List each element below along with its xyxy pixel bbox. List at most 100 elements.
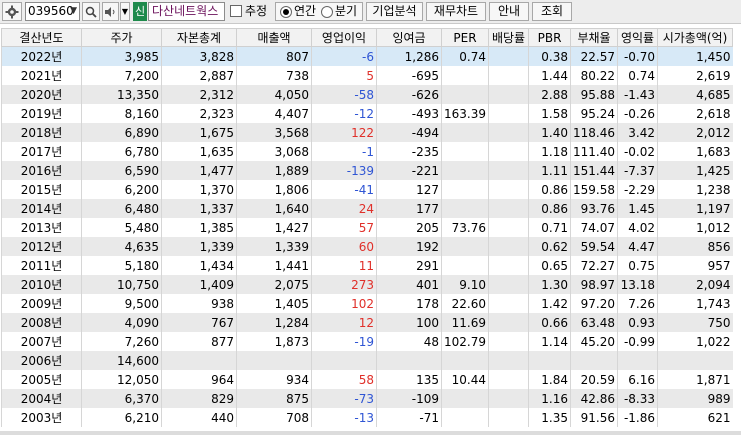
table-cell: 1,284 bbox=[236, 313, 312, 332]
table-cell: 0.86 bbox=[528, 199, 571, 218]
table-cell: 0.38 bbox=[528, 46, 571, 66]
settings-button[interactable] bbox=[2, 2, 22, 21]
table-header-row: 결산년도 주가 자본총계 매출액 영업이익 잉여금 PER 배당률 PBR 부채율 영익률 시가총액(… bbox=[1, 28, 733, 47]
chevron-down-icon[interactable]: ▼ bbox=[70, 3, 77, 20]
search-button[interactable] bbox=[82, 2, 100, 21]
table-cell bbox=[488, 237, 529, 256]
table-cell: 74.07 bbox=[570, 218, 618, 237]
table-cell: 22.60 bbox=[441, 294, 489, 313]
table-cell: -0.70 bbox=[617, 46, 658, 66]
sound-dropdown[interactable]: ▼ bbox=[120, 2, 130, 21]
quarter-label: 분기 bbox=[335, 4, 358, 18]
table-row[interactable]: 2016년 6,590 1,477 1,889 -139 -221 1.11 151.44 -7… bbox=[1, 161, 733, 180]
table-cell: -0.99 bbox=[617, 332, 658, 351]
table-cell bbox=[488, 332, 529, 351]
table-cell: -71 bbox=[376, 408, 442, 427]
company-name-field[interactable]: 다산네트웍스 bbox=[148, 2, 225, 21]
stock-code-combo[interactable]: 039560 ▼ bbox=[25, 2, 80, 21]
table-cell: 6,590 bbox=[81, 161, 162, 180]
table-row[interactable]: 2020년 13,350 2,312 4,050 -58 -626 2.88 95.88 -1.… bbox=[1, 85, 733, 104]
table-cell bbox=[617, 351, 658, 370]
table-cell: 829 bbox=[161, 389, 237, 408]
table-cell: 14,600 bbox=[81, 351, 162, 370]
table-cell: 1,683 bbox=[657, 142, 733, 161]
table-cell: 1.35 bbox=[528, 408, 571, 427]
table-cell: 1,640 bbox=[236, 199, 312, 218]
table-cell: 1,441 bbox=[236, 256, 312, 275]
annual-radio[interactable] bbox=[280, 6, 292, 18]
table-row[interactable]: 2008년 4,090 767 1,284 12 100 11.69 0.66 63.48 0.9… bbox=[1, 313, 733, 332]
search-query-button[interactable]: 조회 bbox=[532, 2, 572, 21]
column-header[interactable]: 영업이익 bbox=[311, 28, 377, 47]
table-cell: 2015년 bbox=[1, 180, 82, 199]
column-header[interactable]: 부채율 bbox=[570, 28, 618, 47]
column-header[interactable]: 주가 bbox=[81, 28, 162, 47]
column-header[interactable]: 잉여금 bbox=[376, 28, 442, 47]
table-cell: 989 bbox=[657, 389, 733, 408]
table-row[interactable]: 2006년 14,600 bbox=[1, 351, 733, 370]
table-cell: 48 bbox=[376, 332, 442, 351]
quarter-radio[interactable] bbox=[321, 6, 333, 18]
table-row[interactable]: 2015년 6,200 1,370 1,806 -41 127 0.86 159.58 -2.2… bbox=[1, 180, 733, 199]
table-row[interactable]: 2004년 6,370 829 875 -73 -109 1.16 42.86 -8.33 989 bbox=[1, 389, 733, 408]
table-row[interactable]: 2014년 6,480 1,337 1,640 24 177 0.86 93.76 1.45 1,… bbox=[1, 199, 733, 218]
table-cell: 2007년 bbox=[1, 332, 82, 351]
column-header[interactable]: 매출액 bbox=[236, 28, 312, 47]
table-row[interactable]: 2007년 7,260 877 1,873 -19 48 102.79 1.14 45.20 -0… bbox=[1, 332, 733, 351]
table-cell: 807 bbox=[236, 46, 312, 66]
table-cell: 5 bbox=[311, 66, 377, 85]
table-cell: 3.42 bbox=[617, 123, 658, 142]
table-cell: 102.79 bbox=[441, 332, 489, 351]
guide-button[interactable]: 안내 bbox=[489, 2, 529, 21]
column-header[interactable]: PER bbox=[441, 28, 489, 47]
table-cell bbox=[488, 123, 529, 142]
column-header[interactable]: 자본총계 bbox=[161, 28, 237, 47]
table-cell: 122 bbox=[311, 123, 377, 142]
table-row[interactable]: 2012년 4,635 1,339 1,339 60 192 0.62 59.54 4.47 85… bbox=[1, 237, 733, 256]
table-cell bbox=[441, 180, 489, 199]
table-cell: 1.16 bbox=[528, 389, 571, 408]
table-row[interactable]: 2003년 6,210 440 708 -13 -71 1.35 91.56 -1.86 621 bbox=[1, 408, 733, 427]
table-cell: -58 bbox=[311, 85, 377, 104]
table-row[interactable]: 2021년 7,200 2,887 738 5 -695 1.44 80.22 0.74 2,61… bbox=[1, 66, 733, 85]
column-header[interactable]: 배당률 bbox=[488, 28, 529, 47]
column-header[interactable]: 영익률 bbox=[617, 28, 658, 47]
table-cell: 1,427 bbox=[236, 218, 312, 237]
table-cell: 59.54 bbox=[570, 237, 618, 256]
column-header[interactable]: PBR bbox=[528, 28, 571, 47]
company-analysis-button[interactable]: 기업분석 bbox=[366, 2, 423, 21]
table-cell: 708 bbox=[236, 408, 312, 427]
table-cell: 3,985 bbox=[81, 46, 162, 66]
table-row[interactable]: 2005년 12,050 964 934 58 135 10.44 1.84 20.59 6.16… bbox=[1, 370, 733, 389]
estimate-checkbox[interactable] bbox=[230, 5, 242, 17]
table-cell: 6,210 bbox=[81, 408, 162, 427]
table-cell: 127 bbox=[376, 180, 442, 199]
table-cell: 159.58 bbox=[570, 180, 618, 199]
column-header[interactable]: 시가총액(억) bbox=[657, 28, 733, 47]
table-cell bbox=[441, 161, 489, 180]
table-cell: 273 bbox=[311, 275, 377, 294]
table-row[interactable]: 2010년 10,750 1,409 2,075 273 401 9.10 1.30 98.97… bbox=[1, 275, 733, 294]
table-cell: 95.24 bbox=[570, 104, 618, 123]
table-cell bbox=[441, 199, 489, 218]
table-row[interactable]: 2009년 9,500 938 1,405 102 178 22.60 1.42 97.20 7.… bbox=[1, 294, 733, 313]
table-cell: 2.88 bbox=[528, 85, 571, 104]
financial-chart-button[interactable]: 재무차트 bbox=[426, 2, 486, 21]
table-row[interactable]: 2019년 8,160 2,323 4,407 -12 -493 163.39 1.58 95.… bbox=[1, 104, 733, 123]
table-cell: 11.69 bbox=[441, 313, 489, 332]
horizontal-scrollbar[interactable] bbox=[0, 431, 741, 435]
table-cell: 6,480 bbox=[81, 199, 162, 218]
table-row[interactable]: 2018년 6,890 1,675 3,568 122 -494 1.40 118.46 3.4… bbox=[1, 123, 733, 142]
table-cell: 2004년 bbox=[1, 389, 82, 408]
table-cell: 0.75 bbox=[617, 256, 658, 275]
table-row[interactable]: 2022년 3,985 3,828 807 -6 1,286 0.74 0.38 22.57 -0… bbox=[1, 46, 733, 66]
period-group: 연간 분기 bbox=[275, 2, 363, 21]
table-row[interactable]: 2013년 5,480 1,385 1,427 57 205 73.76 0.71 74.07 4… bbox=[1, 218, 733, 237]
table-row[interactable]: 2017년 6,780 1,635 3,068 -1 -235 1.18 111.40 -0.0… bbox=[1, 142, 733, 161]
table-cell bbox=[528, 351, 571, 370]
sound-button[interactable] bbox=[102, 2, 119, 21]
table-cell bbox=[488, 294, 529, 313]
table-row[interactable]: 2011년 5,180 1,434 1,441 11 291 0.65 72.27 0.75 95… bbox=[1, 256, 733, 275]
column-header[interactable]: 결산년도 bbox=[1, 28, 82, 47]
table-cell: -73 bbox=[311, 389, 377, 408]
